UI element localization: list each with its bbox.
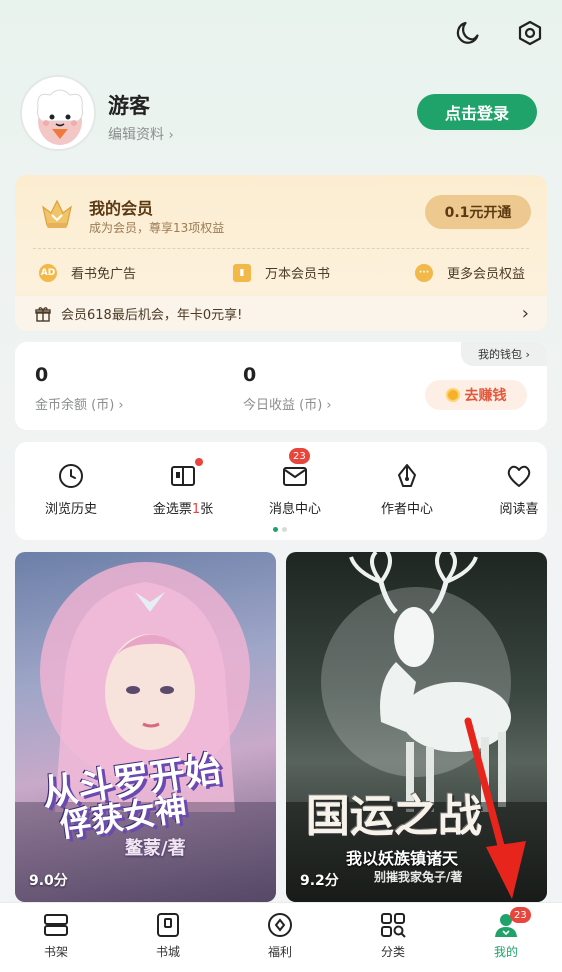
message-badge: 23	[289, 448, 310, 464]
vip-subtitle: 成为会员，尊享13项权益	[89, 221, 225, 235]
bookshelf-icon	[42, 911, 70, 939]
nav-bookstore[interactable]: 书城	[128, 911, 208, 960]
nav-label: 分类	[380, 945, 405, 959]
vip-promo-banner[interactable]: 会员618最后机会，年卡0元享! ›	[15, 296, 547, 331]
nav-label: 我的	[493, 945, 518, 959]
nav-category[interactable]: 分类	[353, 911, 433, 960]
book-rating: 9.2分	[300, 873, 339, 889]
earn-money-label: 去赚钱	[464, 388, 507, 404]
chevron-right-icon: ›	[168, 128, 174, 143]
book-rating: 9.0分	[29, 873, 68, 889]
more-icon: ···	[415, 263, 433, 282]
coin-balance-label: 金币余额 (币)	[35, 398, 115, 413]
bookstore-icon	[154, 911, 182, 939]
chevron-right-icon: ›	[521, 303, 529, 324]
nav-profile[interactable]: 23 我的	[466, 907, 546, 960]
chevron-right-icon: ›	[118, 398, 124, 413]
chevron-right-icon: ›	[326, 398, 332, 413]
vip-crown-icon	[37, 193, 77, 237]
shortcut-label: 阅读喜	[499, 502, 539, 517]
chevron-right-icon: ›	[522, 347, 530, 361]
my-wallet-label: 我的钱包	[478, 348, 523, 361]
book-card[interactable]: 从斗罗开始 俘获女神 鳌蒙/著 9.0分	[15, 552, 276, 902]
gift-icon	[35, 306, 51, 322]
coin-balance-link[interactable]: 金币余额 (币) ›	[35, 394, 124, 413]
mascot-avatar-icon	[22, 77, 94, 149]
pen-nib-icon	[393, 462, 421, 490]
my-wallet-link[interactable]: 我的钱包 ›	[461, 342, 547, 366]
today-earnings-label: 今日收益 (币)	[243, 398, 323, 413]
book-author: 别摧我家兔子/著	[374, 870, 463, 884]
shortcut-ticket[interactable]: 金选票1张	[131, 458, 235, 517]
category-icon	[379, 911, 407, 939]
nav-bookshelf[interactable]: 书架	[16, 911, 96, 960]
perk-label: 更多会员权益	[447, 267, 526, 282]
settings-button[interactable]	[510, 13, 550, 53]
settings-hexagon-icon	[518, 20, 542, 46]
welfare-icon	[266, 911, 294, 939]
mail-icon: 23	[281, 448, 310, 490]
nav-label: 书架	[43, 945, 68, 959]
bottom-nav: 书架 书城 福利 分类 23 我的	[0, 902, 562, 972]
book-author: 鳌蒙/著	[125, 838, 186, 859]
perk-label: 看书免广告	[71, 267, 137, 282]
edit-profile-link[interactable]: 编辑资料 ›	[108, 124, 174, 144]
red-arrow-annotation	[464, 717, 526, 899]
perk-vip-books[interactable]: ▮ 万本会员书	[233, 263, 330, 282]
moon-icon	[456, 21, 479, 44]
login-button[interactable]: 点击登录	[417, 94, 537, 130]
ad-free-icon: AD	[39, 263, 57, 282]
page-dot	[282, 527, 287, 532]
perk-ad-free[interactable]: AD 看书免广告	[39, 263, 136, 282]
book-card[interactable]: 国运之战 我以妖族镇诸天 别摧我家兔子/著 9.2分	[286, 552, 547, 902]
user-name: 游客	[108, 94, 150, 118]
vip-book-icon: ▮	[233, 263, 251, 282]
heart-icon	[505, 462, 533, 490]
nav-label: 福利	[267, 945, 292, 959]
shortcut-label: 消息中心	[268, 502, 321, 517]
shortcut-messages[interactable]: 23 消息中心	[243, 448, 347, 517]
coin-icon	[445, 388, 460, 402]
profile-icon: 23	[492, 907, 531, 939]
vip-promo-text: 会员618最后机会，年卡0元享!	[61, 308, 243, 323]
perk-more[interactable]: ··· 更多会员权益	[415, 263, 525, 282]
book-title-line2: 我以妖族镇诸天	[346, 849, 459, 868]
vip-title: 我的会员	[89, 199, 154, 218]
avatar[interactable]	[20, 75, 96, 151]
page-indicator	[273, 527, 287, 532]
page-dot-active	[273, 527, 278, 532]
nav-label: 书城	[155, 945, 180, 959]
shortcut-row: 浏览历史 金选票1张 23 消息中心 作者中心 阅读喜	[15, 442, 547, 540]
wallet-card: 我的钱包 › 0 金币余额 (币) › 0 今日收益 (币) › 去赚钱	[15, 342, 547, 430]
profile-badge: 23	[510, 907, 531, 923]
edit-profile-label: 编辑资料	[108, 127, 164, 143]
night-mode-button[interactable]	[448, 13, 488, 53]
shortcut-label: 金选票1张	[152, 502, 214, 517]
shortcut-label: 浏览历史	[44, 502, 97, 517]
ticket-icon	[169, 458, 203, 490]
today-earnings-link[interactable]: 今日收益 (币) ›	[243, 394, 332, 413]
perk-label: 万本会员书	[265, 267, 331, 282]
vip-card: 我的会员 成为会员，尊享13项权益 0.1元开通 AD 看书免广告 ▮ 万本会员…	[15, 175, 547, 331]
shortcut-history[interactable]: 浏览历史	[19, 462, 123, 517]
earn-money-button[interactable]: 去赚钱	[425, 380, 527, 410]
today-earnings-value: 0	[243, 364, 257, 386]
shortcut-reading-favorites[interactable]: 阅读喜	[467, 462, 547, 517]
vip-open-button[interactable]: 0.1元开通	[425, 195, 531, 229]
red-dot-indicator	[195, 458, 203, 466]
vip-divider	[33, 248, 529, 249]
nav-welfare[interactable]: 福利	[240, 911, 320, 960]
clock-icon	[57, 462, 85, 490]
coin-balance-value: 0	[35, 364, 49, 386]
shortcut-author-center[interactable]: 作者中心	[355, 462, 459, 517]
shortcut-label: 作者中心	[380, 502, 433, 517]
